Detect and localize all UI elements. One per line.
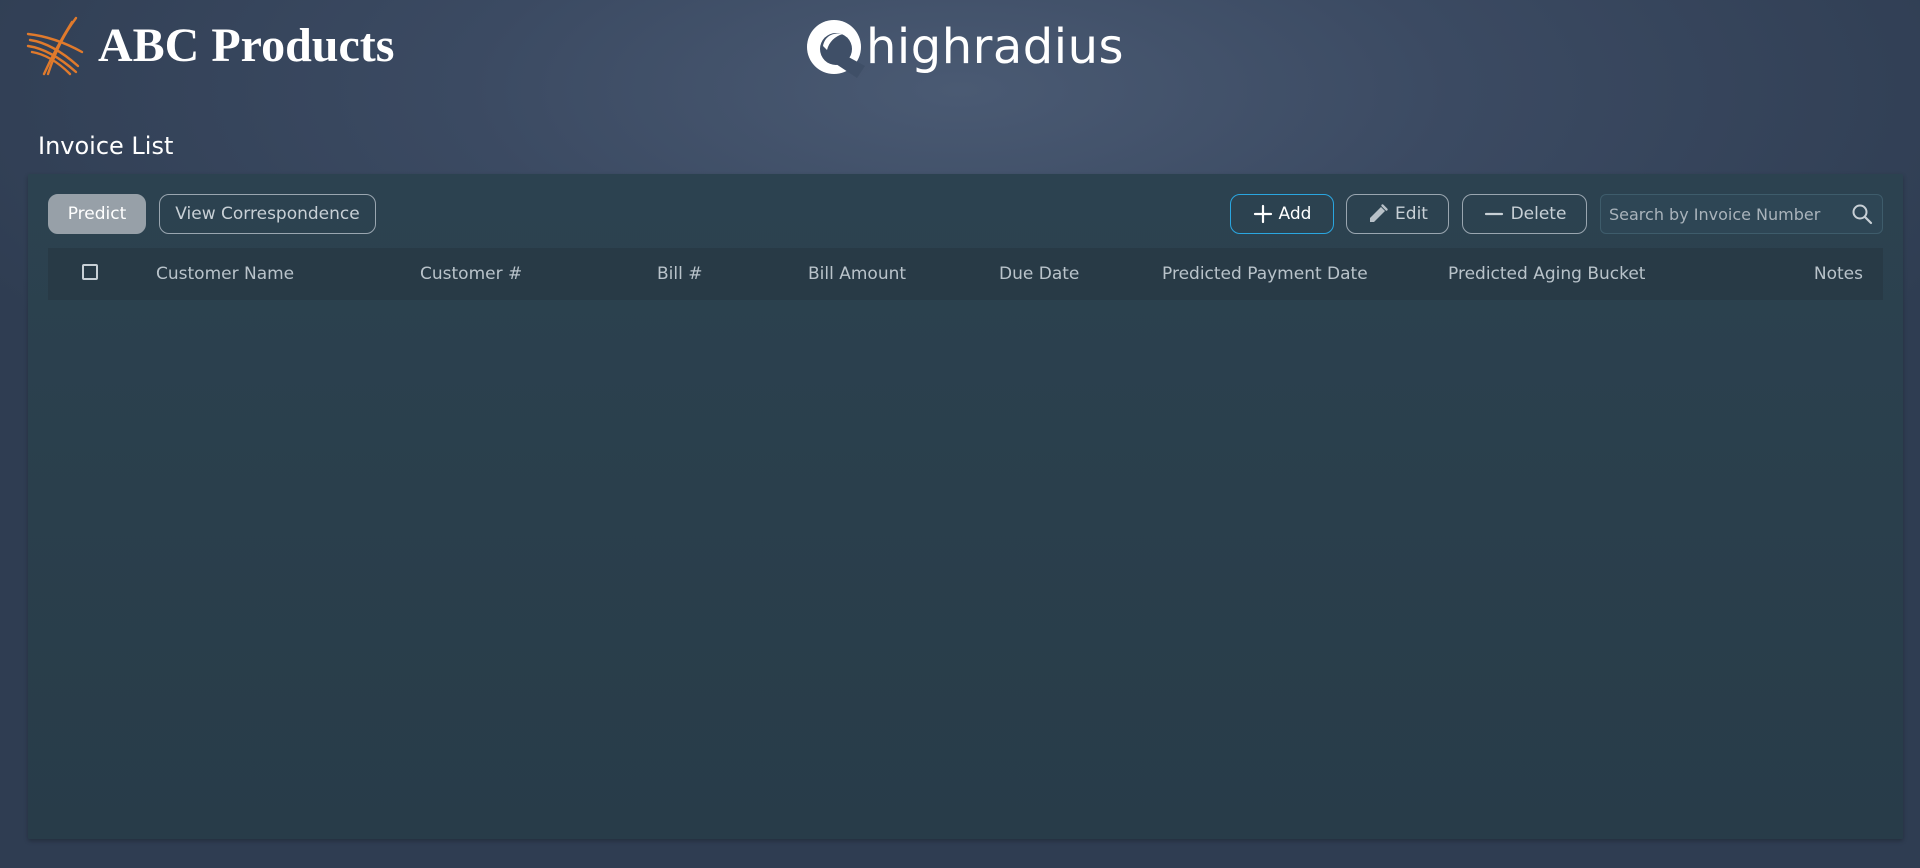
column-customer-name[interactable]: Customer Name	[156, 248, 294, 300]
column-due-date[interactable]: Due Date	[999, 248, 1079, 300]
add-button-label: Add	[1278, 204, 1312, 224]
view-correspondence-button-label: View Correspondence	[175, 204, 360, 224]
brand: ABC Products	[26, 14, 394, 78]
add-button[interactable]: Add	[1230, 194, 1334, 234]
predict-button[interactable]: Predict	[48, 194, 146, 234]
partner-logo-text: highradius	[866, 19, 1125, 75]
plus-icon	[1253, 204, 1272, 224]
table-body	[48, 300, 1883, 820]
predict-button-label: Predict	[67, 204, 127, 224]
delete-button[interactable]: Delete	[1462, 194, 1587, 234]
select-all-checkbox[interactable]	[82, 264, 98, 280]
table-header: Customer Name Customer # Bill # Bill Amo…	[48, 248, 1883, 300]
column-bill-amount[interactable]: Bill Amount	[808, 248, 906, 300]
column-bill-number[interactable]: Bill #	[657, 248, 702, 300]
minus-icon	[1484, 212, 1503, 216]
page-title: Invoice List	[38, 132, 174, 160]
column-predicted-payment-date[interactable]: Predicted Payment Date	[1162, 248, 1368, 300]
column-customer-number[interactable]: Customer #	[420, 248, 522, 300]
column-notes[interactable]: Notes	[1814, 248, 1863, 300]
search-input[interactable]	[1601, 195, 1842, 233]
invoice-panel: Predict View Correspondence Add Edit Del…	[28, 174, 1903, 839]
pencil-icon	[1370, 204, 1388, 222]
highradius-swirl-icon	[807, 20, 865, 78]
edit-button-label: Edit	[1395, 204, 1428, 224]
delete-button-label: Delete	[1510, 204, 1567, 224]
column-predicted-aging-bucket[interactable]: Predicted Aging Bucket	[1448, 248, 1645, 300]
partner-logo: highradius	[803, 14, 1124, 80]
edit-button[interactable]: Edit	[1346, 194, 1449, 234]
search-box	[1600, 194, 1883, 234]
view-correspondence-button[interactable]: View Correspondence	[159, 194, 376, 234]
brand-name: ABC Products	[98, 19, 395, 72]
abc-crossed-lines-icon	[26, 16, 84, 76]
app-header: ABC Products highradius	[0, 0, 1920, 100]
search-icon[interactable]	[1842, 195, 1882, 233]
